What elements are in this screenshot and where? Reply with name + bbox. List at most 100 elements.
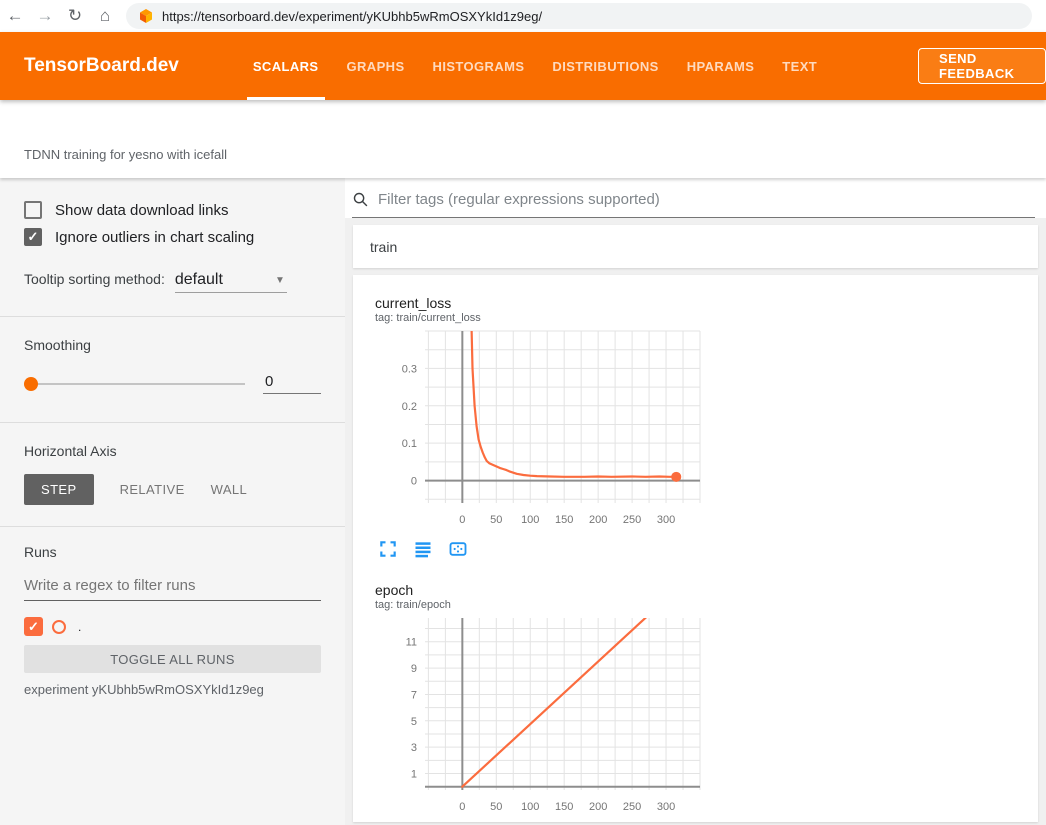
- ignore-outliers-checkbox[interactable]: ✓: [24, 228, 42, 246]
- run-color-swatch: [52, 620, 66, 634]
- search-icon: [352, 191, 369, 208]
- tooltip-sorting-value: default: [175, 271, 223, 288]
- axis-toggle-group: STEP RELATIVE WALL: [24, 474, 321, 505]
- chart-tag: tag: train/epoch: [375, 599, 710, 611]
- svg-text:9: 9: [411, 663, 417, 675]
- toggle-all-runs-button[interactable]: TOGGLE ALL RUNS: [24, 645, 321, 673]
- tensorboard-favicon: [138, 8, 154, 24]
- smoothing-label: Smoothing: [24, 337, 321, 353]
- tab-graphs[interactable]: GRAPHS: [333, 32, 419, 100]
- runs-section: Runs Write a regex to filter runs ✓ . TO…: [0, 526, 345, 697]
- experiment-title-band: TDNN training for yesno with icefall: [0, 100, 1046, 178]
- svg-text:0: 0: [411, 476, 417, 488]
- svg-text:3: 3: [411, 742, 417, 754]
- tab-distributions[interactable]: DISTRIBUTIONS: [538, 32, 672, 100]
- axis-wall-button[interactable]: WALL: [211, 474, 248, 505]
- axis-relative-button[interactable]: RELATIVE: [120, 474, 185, 505]
- svg-text:100: 100: [521, 514, 539, 526]
- charts-grid: current_loss tag: train/current_loss 050…: [365, 287, 1038, 822]
- smoothing-value-field[interactable]: 0: [263, 373, 321, 394]
- svg-text:100: 100: [521, 801, 539, 813]
- svg-text:250: 250: [623, 801, 641, 813]
- svg-text:0: 0: [459, 801, 465, 813]
- chart-title: epoch: [375, 582, 710, 598]
- experiment-id: experiment yKUbhb5wRmOSXYkId1z9eg: [24, 682, 321, 697]
- svg-text:50: 50: [490, 801, 502, 813]
- settings-sidebar: Show data download links ✓ Ignore outlie…: [0, 178, 345, 825]
- ignore-outliers-label: Ignore outliers in chart scaling: [55, 229, 254, 246]
- svg-text:1: 1: [411, 769, 417, 781]
- run-checkbox[interactable]: ✓: [24, 617, 43, 636]
- expand-chart-icon[interactable]: [378, 539, 398, 559]
- svg-text:50: 50: [490, 514, 502, 526]
- svg-text:250: 250: [623, 514, 641, 526]
- show-download-checkbox[interactable]: [24, 201, 42, 219]
- horizontal-axis-section: Horizontal Axis STEP RELATIVE WALL: [0, 422, 345, 526]
- tab-histograms[interactable]: HISTOGRAMS: [419, 32, 539, 100]
- url-bar[interactable]: https://tensorboard.dev/experiment/yKUbh…: [126, 3, 1032, 29]
- main-content: Filter tags (regular expressions support…: [345, 178, 1046, 825]
- svg-text:5: 5: [411, 716, 417, 728]
- home-icon[interactable]: ⌂: [90, 6, 120, 26]
- line-chart[interactable]: 0 50 100 150 200 250 300 0 0.1 0.2 0.3: [365, 328, 710, 532]
- show-download-row: Show data download links: [24, 201, 321, 219]
- tab-text[interactable]: TEXT: [768, 32, 831, 100]
- chart-tag: tag: train/current_loss: [375, 312, 710, 324]
- chevron-down-icon: ▼: [275, 275, 285, 286]
- chart-toolbar: [378, 539, 710, 559]
- train-group-card: current_loss tag: train/current_loss 050…: [353, 275, 1038, 822]
- svg-text:300: 300: [657, 801, 675, 813]
- svg-text:200: 200: [589, 801, 607, 813]
- nav-tabs: SCALARS GRAPHS HISTOGRAMS DISTRIBUTIONS …: [239, 32, 831, 100]
- tooltip-sorting-row: Tooltip sorting method: default ▼: [24, 271, 321, 293]
- tab-hparams[interactable]: HPARAMS: [673, 32, 769, 100]
- svg-text:11: 11: [406, 637, 417, 649]
- run-name: .: [78, 620, 81, 634]
- ignore-outliers-row: ✓ Ignore outliers in chart scaling: [24, 228, 321, 246]
- svg-text:0: 0: [459, 514, 465, 526]
- reload-icon[interactable]: ↻: [60, 6, 90, 26]
- smoothing-slider[interactable]: [24, 383, 245, 385]
- fit-domain-icon[interactable]: [448, 539, 468, 559]
- svg-text:300: 300: [657, 514, 675, 526]
- data-table-icon[interactable]: [413, 539, 433, 559]
- page: ← → ↻ ⌂ https://tensorboard.dev/experime…: [0, 0, 1046, 825]
- general-settings-section: Show data download links ✓ Ignore outlie…: [0, 178, 345, 316]
- train-group-header[interactable]: train: [353, 225, 1038, 268]
- chart-current-loss: current_loss tag: train/current_loss 0 50…: [365, 287, 710, 574]
- line-chart[interactable]: 0 50 100 150 200 250 300 1 3 5 7 9 11: [365, 615, 710, 819]
- runs-label: Runs: [24, 544, 321, 560]
- svg-text:7: 7: [411, 689, 417, 701]
- svg-text:0.3: 0.3: [402, 363, 417, 375]
- axis-step-button[interactable]: STEP: [24, 474, 94, 505]
- chart-epoch: epoch tag: train/epoch 0 50 100 150 200 250 30…: [365, 574, 710, 822]
- tag-filter-placeholder: Filter tags (regular expressions support…: [378, 191, 660, 208]
- tag-filter-input[interactable]: Filter tags (regular expressions support…: [352, 178, 1035, 218]
- app-header: TensorBoard.dev SCALARS GRAPHS HISTOGRAM…: [0, 32, 1046, 100]
- tooltip-sorting-dropdown[interactable]: default ▼: [175, 271, 287, 293]
- runs-filter-input[interactable]: Write a regex to filter runs: [24, 574, 321, 601]
- smoothing-section: Smoothing 0: [0, 316, 345, 422]
- forward-icon[interactable]: →: [30, 6, 60, 26]
- send-feedback-button[interactable]: SEND FEEDBACK: [918, 48, 1046, 84]
- tooltip-sorting-label: Tooltip sorting method:: [24, 271, 165, 287]
- svg-text:150: 150: [555, 514, 573, 526]
- smoothing-slider-knob[interactable]: [24, 377, 38, 391]
- chart-title: current_loss: [375, 295, 710, 311]
- back-icon[interactable]: ←: [0, 6, 30, 26]
- brand-logo[interactable]: TensorBoard.dev: [24, 55, 179, 77]
- browser-chrome: ← → ↻ ⌂ https://tensorboard.dev/experime…: [0, 0, 1046, 32]
- svg-text:0.2: 0.2: [402, 401, 417, 413]
- horizontal-axis-label: Horizontal Axis: [24, 443, 321, 459]
- svg-text:150: 150: [555, 801, 573, 813]
- experiment-title: TDNN training for yesno with icefall: [24, 147, 227, 162]
- train-group-title: train: [370, 239, 397, 255]
- svg-text:0.1: 0.1: [402, 438, 417, 450]
- show-download-label: Show data download links: [55, 202, 228, 219]
- svg-text:200: 200: [589, 514, 607, 526]
- tag-filter-bar: Filter tags (regular expressions support…: [345, 178, 1046, 218]
- url-text: https://tensorboard.dev/experiment/yKUbh…: [162, 9, 542, 24]
- smoothing-slider-row: 0: [24, 373, 321, 398]
- tab-scalars[interactable]: SCALARS: [239, 32, 333, 100]
- run-row[interactable]: ✓ .: [24, 617, 321, 636]
